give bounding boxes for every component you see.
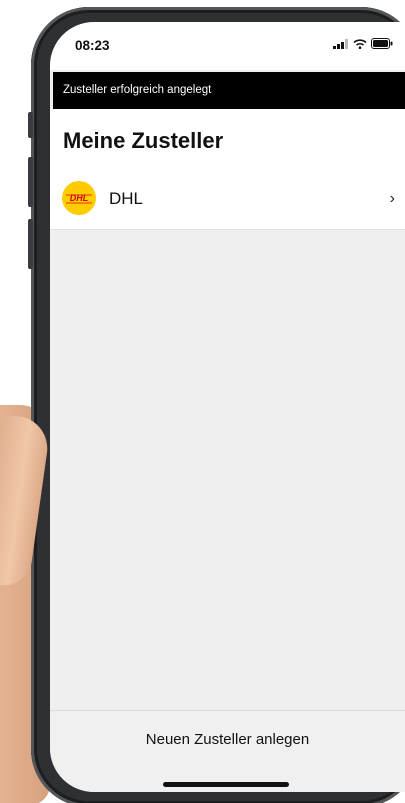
- page-header: Meine Zusteller: [50, 109, 405, 170]
- phone-photo-scene: 08:23 Zusteller erfolgreich angelegt Mei…: [0, 0, 405, 803]
- volume-up-button: [28, 157, 33, 207]
- carrier-list-item[interactable]: DHL DHL ›: [50, 169, 405, 230]
- signal-icon: [333, 38, 348, 49]
- add-carrier-button[interactable]: Neuen Zusteller anlegen: [50, 731, 405, 748]
- carrier-name: DHL: [109, 189, 144, 208]
- home-indicator[interactable]: [163, 782, 289, 787]
- mute-switch: [28, 112, 33, 138]
- battery-icon: [371, 38, 393, 49]
- wifi-icon: [353, 38, 367, 49]
- phone-screen: 08:23 Zusteller erfolgreich angelegt Mei…: [50, 22, 405, 792]
- success-toast: Zusteller erfolgreich angelegt: [53, 72, 405, 109]
- volume-down-button: [28, 219, 33, 269]
- status-time: 08:23: [75, 38, 110, 53]
- page-title: Meine Zusteller: [63, 128, 224, 153]
- footer-bar: Neuen Zusteller anlegen: [50, 710, 405, 792]
- status-bar: 08:23: [50, 22, 405, 70]
- status-icons: [333, 38, 393, 49]
- chevron-right-icon: ›: [389, 190, 395, 207]
- dhl-logo-text: DHL: [70, 193, 89, 203]
- dhl-logo-icon: DHL: [62, 181, 96, 215]
